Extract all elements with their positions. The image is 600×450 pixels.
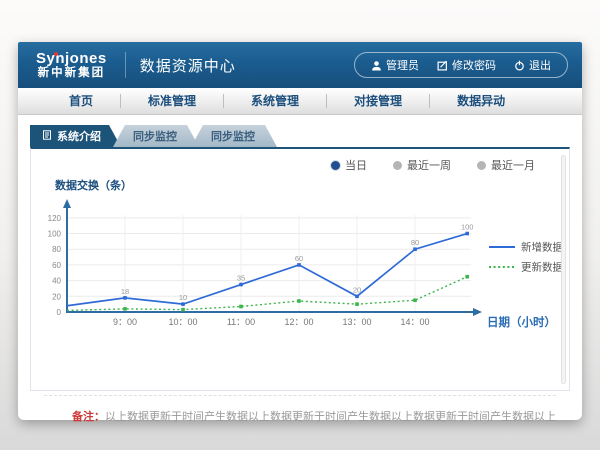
time-range-filter: 当日 最近一周 最近一月 — [31, 149, 569, 173]
svg-text:120: 120 — [48, 214, 62, 223]
tab-bar: 系统介绍 同步监控 同步监控 — [30, 125, 570, 147]
svg-text:0: 0 — [57, 308, 62, 317]
svg-text:35: 35 — [237, 274, 245, 283]
edit-icon — [437, 60, 448, 71]
user-icon — [371, 60, 382, 71]
svg-text:80: 80 — [52, 245, 61, 254]
nav-item-data-change[interactable]: 数据异动 — [430, 94, 532, 108]
footer-note: 备注：以上数据更新于时间产生数据以上数据更新于时间产生数据以上数据更新于时间产生… — [44, 395, 556, 428]
radio-selected-icon — [331, 161, 340, 170]
change-password-button[interactable]: 修改密码 — [437, 57, 496, 73]
svg-text:11：00: 11：00 — [227, 317, 255, 327]
user-menu: 管理员 修改密码 退出 — [354, 52, 568, 78]
svg-text:60: 60 — [52, 261, 61, 270]
logo-text: Synjones — [36, 51, 107, 67]
user-menu-label: 管理员 — [386, 57, 419, 73]
line-chart: 0 20 40 60 80 100 120 9：00 10：00 11：00 12：00 13：00 1… — [31, 195, 571, 335]
note-text: 以上数据更新于时间产生数据以上数据更新于时间产生数据以上数据更新于时间产生数据以… — [105, 411, 556, 423]
y-axis-title: 数据交换（条） — [55, 177, 569, 193]
main-nav: 首页 标准管理 系统管理 对接管理 数据异动 — [18, 88, 582, 115]
content-area: 系统介绍 同步监控 同步监控 当日 最近一周 — [18, 115, 582, 428]
radio-label: 最近一周 — [407, 157, 451, 173]
svg-text:14：00: 14：00 — [400, 317, 429, 327]
svg-text:日期（小时）: 日期（小时） — [487, 315, 556, 329]
nav-item-standard-mgmt[interactable]: 标准管理 — [121, 94, 224, 108]
svg-text:10：00: 10：00 — [168, 317, 197, 327]
radio-label: 最近一月 — [491, 157, 535, 173]
note-label: 备注： — [72, 411, 105, 423]
power-icon — [514, 60, 525, 71]
tab-system-intro[interactable]: 系统介绍 — [30, 125, 121, 147]
chart-panel: 当日 最近一周 最近一月 数据交换（条） 0 20 40 60 80 100 120 9：00… — [30, 147, 570, 391]
logo: Synjones 新中新集团 — [32, 51, 111, 79]
nav-item-interface-mgmt[interactable]: 对接管理 — [327, 94, 430, 108]
header-divider — [125, 52, 126, 78]
radio-last-month[interactable]: 最近一月 — [477, 157, 535, 173]
radio-today[interactable]: 当日 — [331, 157, 367, 173]
app-window: Synjones 新中新集团 数据资源中心 管理员 修改密码 — [18, 42, 582, 420]
logo-subtext: 新中新集团 — [36, 67, 107, 79]
tab-sync-monitor-1[interactable]: 同步监控 — [113, 125, 199, 147]
radio-unselected-icon — [393, 161, 402, 170]
page-title: 数据资源中心 — [140, 55, 236, 76]
svg-text:80: 80 — [411, 238, 419, 247]
radio-unselected-icon — [477, 161, 486, 170]
svg-text:18: 18 — [121, 287, 129, 296]
logout-button[interactable]: 退出 — [514, 57, 551, 73]
svg-text:40: 40 — [52, 277, 61, 286]
radio-last-week[interactable]: 最近一周 — [393, 157, 451, 173]
svg-text:60: 60 — [295, 254, 303, 263]
tab-label: 系统介绍 — [57, 128, 101, 144]
svg-text:20: 20 — [353, 285, 361, 294]
header: Synjones 新中新集团 数据资源中心 管理员 修改密码 — [18, 42, 582, 88]
document-icon — [42, 130, 52, 143]
tab-sync-monitor-2[interactable]: 同步监控 — [191, 125, 277, 147]
tab-label: 同步监控 — [133, 128, 177, 144]
svg-text:新增数据: 新增数据 — [521, 241, 563, 254]
svg-text:100: 100 — [48, 230, 62, 239]
radio-label: 当日 — [345, 157, 367, 173]
user-menu-label: 修改密码 — [452, 57, 496, 73]
svg-text:9：00: 9：00 — [113, 317, 137, 327]
svg-text:12：00: 12：00 — [284, 317, 313, 327]
svg-text:100: 100 — [461, 223, 474, 232]
svg-text:10: 10 — [179, 293, 187, 302]
svg-text:更新数据: 更新数据 — [521, 261, 563, 274]
svg-text:20: 20 — [52, 292, 61, 301]
nav-item-system-mgmt[interactable]: 系统管理 — [224, 94, 327, 108]
user-menu-label: 退出 — [529, 57, 551, 73]
chart-container: 0 20 40 60 80 100 120 9：00 10：00 11：00 12：00 13：00 1… — [31, 195, 569, 340]
vertical-scrollbar[interactable] — [561, 155, 566, 384]
svg-text:13：00: 13：00 — [342, 317, 371, 327]
admin-user-button[interactable]: 管理员 — [371, 57, 419, 73]
tab-label: 同步监控 — [211, 128, 255, 144]
nav-item-home[interactable]: 首页 — [42, 94, 121, 108]
